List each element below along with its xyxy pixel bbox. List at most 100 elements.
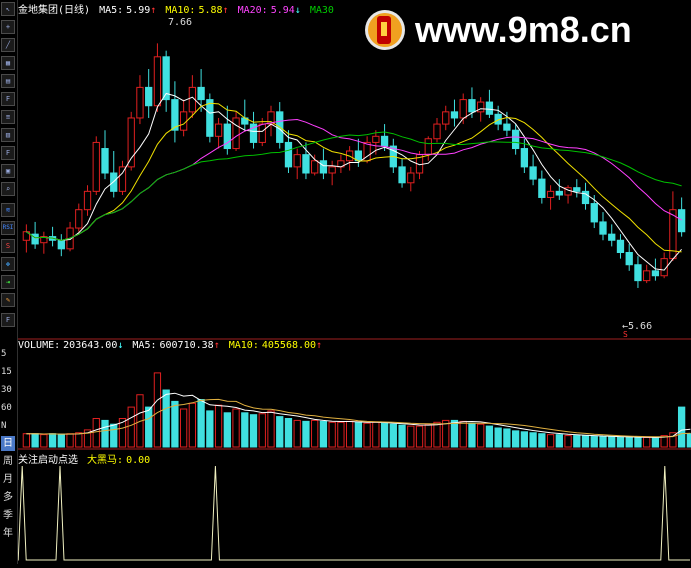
volume-bar <box>232 408 240 448</box>
volume-bar <box>302 420 310 448</box>
candle-body <box>197 86 205 101</box>
volume-bar <box>590 436 598 448</box>
candle-body <box>555 190 563 196</box>
candle-body <box>83 190 92 211</box>
table-tool-icon[interactable]: ▤ <box>1 74 15 88</box>
search-icon[interactable]: ⌕ <box>1 182 15 196</box>
watermark-url: www.9m8.cn <box>414 9 632 50</box>
candle-body <box>284 141 293 168</box>
candle-body <box>485 101 494 115</box>
indicator-value: 0.00 <box>126 455 151 466</box>
candle-body <box>319 160 328 174</box>
volume-bar <box>363 422 371 448</box>
candle-body <box>442 111 450 125</box>
volume-bar <box>686 433 691 448</box>
f10-tool-icon[interactable]: F <box>1 92 15 106</box>
volume-bar <box>241 412 249 448</box>
candle-body <box>214 123 223 137</box>
candle-body <box>380 135 389 147</box>
volume-bar <box>380 422 389 448</box>
watermark-logo: www.9m8.cn <box>365 9 632 50</box>
volume-bar <box>40 434 48 448</box>
candle-body <box>92 141 100 192</box>
line-tool-icon[interactable]: ╱ <box>1 38 15 52</box>
chart-area[interactable]: 金地集团(日线) MA5: 5.99↑ MA10: 5.88↑ MA20: 5.94↓… <box>17 0 691 564</box>
signal-marker: S <box>623 330 628 339</box>
period-year-button[interactable]: 年 <box>1 526 15 541</box>
period-day-button[interactable]: 日 <box>1 436 15 451</box>
indicator-tool-icon[interactable]: ≋ <box>1 203 15 217</box>
volume-bar <box>66 433 74 448</box>
period-quarter-button[interactable]: 季 <box>1 508 15 523</box>
chart-tool-icon[interactable]: ▥ <box>1 128 15 142</box>
signal-polyline <box>17 465 690 561</box>
label-5min[interactable]: 5 <box>1 349 17 359</box>
candle-body <box>372 135 380 143</box>
candle-body <box>424 138 432 156</box>
candle-body <box>407 172 415 184</box>
volume-value: 203643.00 <box>63 340 118 351</box>
volume-bar <box>677 406 686 448</box>
volume-bar <box>249 414 258 448</box>
candle-body <box>223 123 231 150</box>
pencil-icon[interactable]: ✎ <box>1 293 15 307</box>
f2-tool-icon[interactable]: F <box>1 146 15 160</box>
volume-bar <box>459 420 467 448</box>
candle-body <box>590 203 598 223</box>
period-label: (日线) <box>58 5 91 16</box>
kline-chart-svg[interactable] <box>17 0 691 564</box>
label-n[interactable]: N <box>1 421 17 431</box>
volume-bar <box>328 421 336 448</box>
rsi-button[interactable]: RSI <box>1 221 15 235</box>
candle-body <box>538 178 546 198</box>
calc-tool-icon[interactable]: ▣ <box>1 164 15 178</box>
volume-bar <box>608 436 616 448</box>
volume-bar <box>127 406 135 448</box>
f5-tool-icon[interactable]: F <box>1 313 15 327</box>
volume-bar <box>389 423 397 448</box>
volume-bar <box>415 425 424 448</box>
candle-body <box>546 190 555 198</box>
volume-bar <box>206 410 214 448</box>
label-60min[interactable]: 60 <box>1 403 17 413</box>
candle-body <box>171 99 179 131</box>
ma20-value: 5.94 <box>270 5 295 16</box>
indicator-header: 关注启动点选 大黑马: 0.00 <box>18 451 153 466</box>
vol-ma10-value: 405568.00 <box>261 340 317 351</box>
period-multi-button[interactable]: 多 <box>1 490 15 505</box>
candle-body <box>328 166 336 174</box>
candle-body <box>206 99 214 137</box>
label-30min[interactable]: 30 <box>1 385 17 395</box>
candle-body <box>529 166 537 180</box>
volume-bar <box>468 422 476 448</box>
candle-body <box>599 221 607 235</box>
volume-bar <box>48 433 57 448</box>
period-week-button[interactable]: 周 <box>1 454 15 469</box>
cursor-tool-icon[interactable]: ↖ <box>1 2 15 16</box>
volume-bar <box>171 400 179 448</box>
ma5-label: MA5: <box>99 5 124 16</box>
grid-tool-icon[interactable]: ▦ <box>1 56 15 70</box>
enter-icon[interactable]: ⇥ <box>1 275 15 289</box>
left-toolbar: ↖ + ╱ ▦ ▤ F ≡ ▥ F ▣ ⌕ ≋ RSI S ✥ ⇥ ✎ F 5 … <box>0 0 18 564</box>
volume-label: VOLUME: <box>18 340 61 351</box>
volume-bar <box>188 402 197 448</box>
volume-bar <box>573 435 581 448</box>
candle-body <box>450 111 459 119</box>
candle-body <box>398 166 406 184</box>
volume-bar <box>197 399 205 448</box>
zoom-in-icon[interactable]: + <box>1 20 15 34</box>
candle-body <box>468 99 476 113</box>
volume-bar <box>101 419 109 448</box>
candle-body <box>311 160 319 174</box>
vol-ma10-label: MA10: <box>228 340 259 351</box>
volume-bar <box>162 389 170 448</box>
period-month-button[interactable]: 月 <box>1 472 15 487</box>
volume-bar <box>651 437 660 448</box>
dollar-icon[interactable]: S <box>1 239 15 253</box>
news-tool-icon[interactable]: ≡ <box>1 110 15 124</box>
label-15min[interactable]: 15 <box>1 367 17 377</box>
indicator-formula-name: 关注启动点选 <box>18 455 78 466</box>
move-icon[interactable]: ✥ <box>1 257 15 271</box>
indicator-name: 大黑马: <box>87 455 124 466</box>
